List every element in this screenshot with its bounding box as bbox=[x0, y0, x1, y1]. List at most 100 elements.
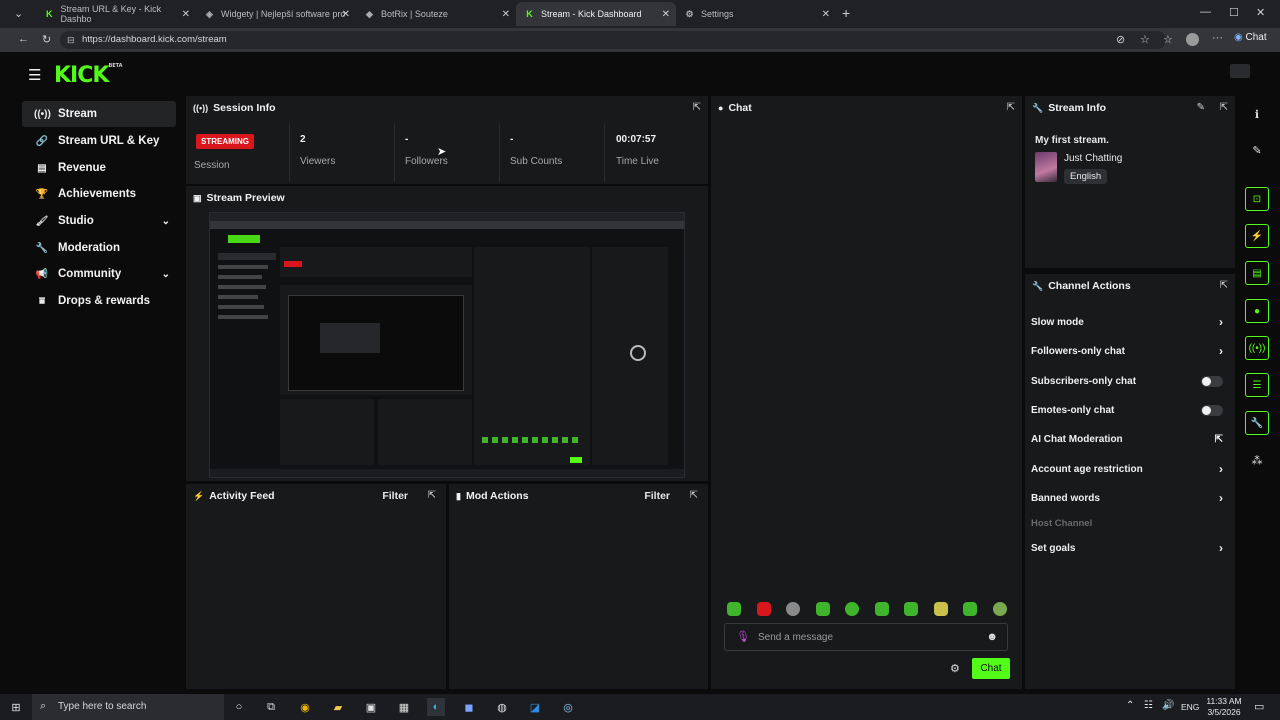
chat-settings-gear-icon[interactable]: ⚙ bbox=[950, 662, 960, 675]
browser-tab-botrix[interactable]: ◆ BotRix | Souteze ✕ bbox=[356, 2, 516, 26]
edge-icon[interactable]: ◐ bbox=[427, 698, 445, 716]
chat-bubble-icon[interactable]: ● bbox=[1245, 299, 1269, 323]
activity-filter-button[interactable]: Filter bbox=[382, 490, 408, 502]
edit-pencil-icon[interactable]: ✎ bbox=[1245, 138, 1269, 162]
kick-logo[interactable]: KICKBETA bbox=[54, 63, 123, 88]
stream-preview-video[interactable] bbox=[209, 212, 685, 478]
sidebar-item-community[interactable]: 📢 Community ⌄ bbox=[22, 261, 176, 287]
emote-icon[interactable] bbox=[786, 602, 800, 616]
reload-icon[interactable]: ↻ bbox=[42, 33, 51, 46]
close-icon[interactable]: ✕ bbox=[662, 9, 670, 20]
favorites-bar-icon[interactable]: ☆ bbox=[1163, 33, 1173, 46]
language-indicator[interactable]: ENG bbox=[1181, 702, 1199, 712]
sidebar-item-drops[interactable]: ⩸ Drops & rewards bbox=[22, 288, 176, 314]
profile-avatar-icon[interactable] bbox=[1186, 33, 1199, 46]
info-icon[interactable]: ℹ bbox=[1245, 102, 1269, 126]
notes-icon[interactable]: ▤ bbox=[1245, 261, 1269, 285]
new-tab-button[interactable]: + bbox=[842, 5, 850, 21]
screenshot-icon[interactable]: ⊡ bbox=[1245, 187, 1269, 211]
chrome-icon[interactable]: ◉ bbox=[296, 698, 314, 716]
popout-icon[interactable]: ⇱ bbox=[1007, 102, 1015, 113]
browser-tab-stream-url[interactable]: K Stream URL & Key - Kick Dashbo ✕ bbox=[36, 2, 196, 26]
set-goals-row[interactable]: Set goals › bbox=[1031, 538, 1231, 558]
site-info-icon[interactable]: ⊟ bbox=[67, 31, 75, 49]
subscribers-only-toggle[interactable] bbox=[1201, 375, 1223, 387]
tab-menu-chevron-icon[interactable]: ⌄ bbox=[14, 7, 23, 20]
emote-icon[interactable] bbox=[727, 602, 741, 616]
server-icon[interactable]: ☰ bbox=[1245, 373, 1269, 397]
minimize-icon[interactable]: — bbox=[1200, 6, 1211, 18]
browser-tab-widgety[interactable]: ◈ Widgety | Nejlepší software pro v ✕ bbox=[196, 2, 356, 26]
slow-mode-row[interactable]: Slow mode › bbox=[1031, 312, 1231, 332]
wrench-icon[interactable]: 🔧 bbox=[1245, 411, 1269, 435]
sidebar-item-studio[interactable]: 🖌 Studio ⌄ bbox=[22, 208, 176, 234]
maximize-icon[interactable]: ☐ bbox=[1229, 6, 1239, 19]
window-close-icon[interactable]: ✕ bbox=[1256, 6, 1265, 19]
more-menu-icon[interactable]: ··· bbox=[1212, 32, 1223, 44]
tray-chevron-up-icon[interactable]: ⌃ bbox=[1126, 700, 1134, 711]
browser-tab-stream-dashboard[interactable]: K Stream - Kick Dashboard ✕ bbox=[516, 2, 676, 26]
task-view-icon[interactable]: ⧉ bbox=[262, 698, 280, 716]
obs-icon[interactable]: ◍ bbox=[493, 698, 511, 716]
account-age-row[interactable]: Account age restriction › bbox=[1031, 459, 1231, 479]
copilot-chat-button[interactable]: ◉ Chat bbox=[1234, 32, 1267, 43]
store-icon[interactable]: ▣ bbox=[362, 698, 380, 716]
app-icon[interactable]: ◎ bbox=[559, 698, 577, 716]
banned-words-row[interactable]: Banned words › bbox=[1031, 488, 1231, 508]
microphone-icon[interactable]: 🎙 bbox=[736, 630, 750, 643]
taskbar-clock[interactable]: 11:33 AM 3/5/2026 bbox=[1202, 696, 1246, 718]
taskbar-search-box[interactable]: ⌕ Type here to search bbox=[32, 694, 224, 720]
sidebar-item-moderation[interactable]: 🔧 Moderation bbox=[22, 235, 176, 261]
emote-icon[interactable] bbox=[904, 602, 918, 616]
network-icon[interactable]: ☷ bbox=[1144, 700, 1153, 711]
broadcast-icon[interactable]: ((•)) bbox=[1245, 336, 1269, 360]
favorite-star-icon[interactable]: ☆ bbox=[1140, 33, 1150, 46]
popout-icon[interactable]: ⇱ bbox=[1220, 102, 1228, 113]
emoji-icon[interactable]: ☻ bbox=[986, 631, 998, 643]
close-icon[interactable]: ✕ bbox=[502, 9, 510, 20]
edit-pencil-icon[interactable]: ✎ bbox=[1197, 102, 1205, 113]
close-icon[interactable]: ✕ bbox=[822, 9, 830, 20]
chat-message-input[interactable]: 🎙 Send a message ☻ bbox=[724, 623, 1008, 651]
followers-only-row[interactable]: Followers-only chat › bbox=[1031, 341, 1231, 361]
popout-icon[interactable]: ⇱ bbox=[690, 490, 698, 501]
popout-icon[interactable]: ⇱ bbox=[1220, 280, 1228, 291]
emote-icon[interactable] bbox=[963, 602, 977, 616]
chat-send-button[interactable]: Chat bbox=[972, 658, 1010, 679]
volume-icon[interactable]: 🔊 bbox=[1162, 700, 1174, 711]
emotes-only-toggle[interactable] bbox=[1201, 404, 1223, 416]
emote-icon[interactable] bbox=[875, 602, 889, 616]
cortana-icon[interactable]: ○ bbox=[230, 698, 248, 716]
app-icon[interactable]: ◼ bbox=[460, 698, 478, 716]
layout-icon[interactable]: ⁂ bbox=[1245, 448, 1269, 472]
notifications-icon[interactable]: ▭ bbox=[1254, 700, 1264, 713]
popout-icon[interactable]: ⇱ bbox=[428, 490, 436, 501]
panel-title: Session Info bbox=[213, 102, 276, 114]
emote-icon[interactable] bbox=[816, 602, 830, 616]
lightning-icon[interactable]: ⚡ bbox=[1245, 224, 1269, 248]
url-input[interactable]: ⊟ https://dashboard.kick.com/stream bbox=[60, 31, 1166, 49]
close-icon[interactable]: ✕ bbox=[182, 9, 190, 20]
sidebar-item-revenue[interactable]: ▤ Revenue bbox=[22, 155, 176, 181]
sidebar-item-achievements[interactable]: 🏆 Achievements bbox=[22, 181, 176, 207]
app-icon[interactable]: ▦ bbox=[395, 698, 413, 716]
windows-start-icon[interactable]: ⊞ bbox=[7, 698, 25, 716]
hamburger-menu-icon[interactable]: ☰ bbox=[28, 66, 41, 84]
tracking-icon[interactable]: ⊘ bbox=[1116, 33, 1125, 46]
emote-icon[interactable] bbox=[757, 602, 771, 616]
ai-moderation-row[interactable]: AI Chat Moderation ⇱ bbox=[1031, 429, 1231, 449]
close-icon[interactable]: ✕ bbox=[342, 9, 350, 20]
app-icon[interactable]: ◪ bbox=[526, 698, 544, 716]
mod-filter-button[interactable]: Filter bbox=[644, 490, 670, 502]
panel-title: Stream Preview bbox=[206, 192, 285, 204]
sidebar-item-stream-url[interactable]: 🔗 Stream URL & Key bbox=[22, 128, 176, 154]
user-avatar[interactable] bbox=[1230, 64, 1250, 78]
browser-tab-settings[interactable]: ⚙ Settings ✕ bbox=[676, 2, 836, 26]
popout-icon[interactable]: ⇱ bbox=[693, 102, 701, 113]
sidebar-item-stream[interactable]: ((•)) Stream bbox=[22, 101, 176, 127]
back-icon[interactable]: ← bbox=[18, 33, 29, 45]
emote-icon[interactable] bbox=[845, 602, 859, 616]
file-explorer-icon[interactable]: ▰ bbox=[329, 698, 347, 716]
emote-icon[interactable] bbox=[993, 602, 1007, 616]
emote-icon[interactable] bbox=[934, 602, 948, 616]
